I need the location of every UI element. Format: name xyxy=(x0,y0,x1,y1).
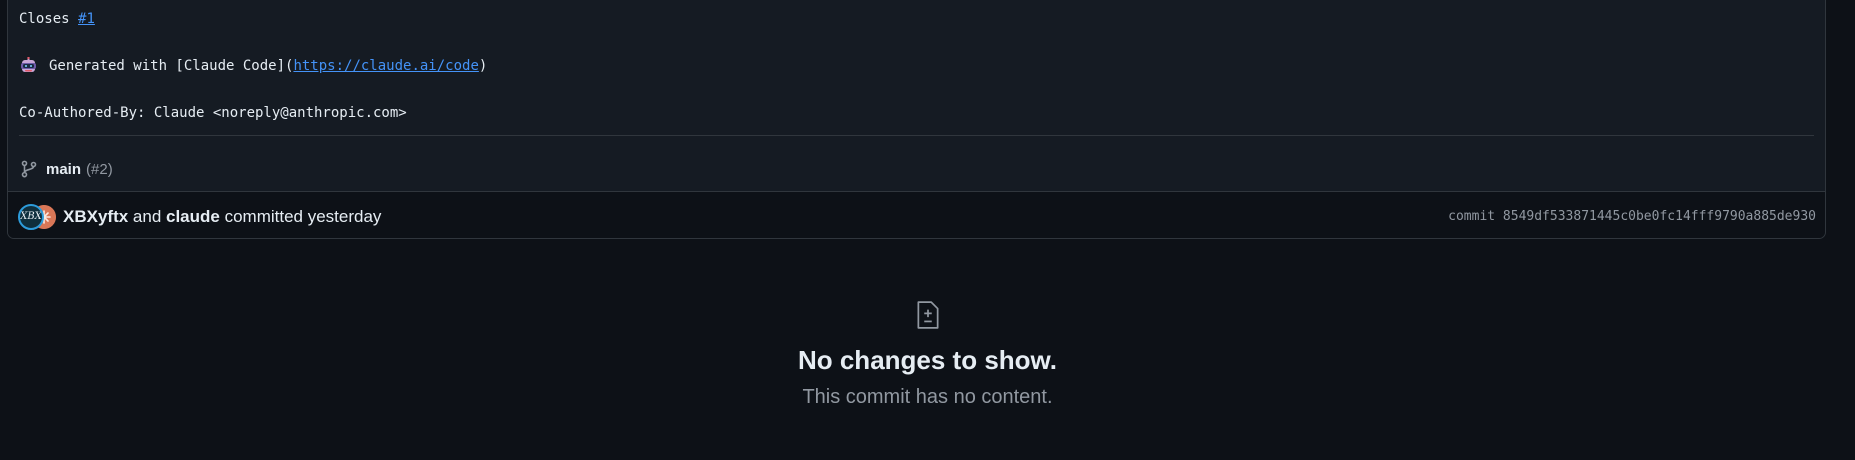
author-avatars: XBX xyxy=(18,204,58,230)
file-diff-icon xyxy=(916,301,938,329)
commit-byline: XBXyftx and claude committed yesterday xyxy=(63,206,381,228)
commit-message-line-generated: Generated with [Claude Code](https://cla… xyxy=(19,57,487,75)
commit-message-line-closes: Closes #1 xyxy=(19,10,95,28)
byline-connector: and xyxy=(128,207,166,226)
commit-details-panel: Closes #1 Generated with [Claude Code](h… xyxy=(7,0,1826,239)
claude-code-link[interactable]: https://claude.ai/code xyxy=(293,57,478,75)
message-divider xyxy=(19,135,1814,136)
robot-emoji-icon xyxy=(21,57,36,72)
branch-info: main (#2) xyxy=(20,158,113,180)
issue-link[interactable]: #1 xyxy=(78,11,95,27)
commit-sha: commit 8549df533871445c0be0fc14fff9790a8… xyxy=(1448,209,1816,224)
avatar-initials: XBX xyxy=(20,211,42,222)
generated-text: Generated with [Claude Code]( xyxy=(49,58,294,74)
generated-text-suffix: ) xyxy=(478,58,488,74)
closes-text: Closes xyxy=(19,11,79,27)
pull-request-link[interactable]: (#2) xyxy=(86,161,113,178)
empty-state-title: No changes to show. xyxy=(797,345,1058,375)
commit-footer: XBX XBXyftx and claude committed yesterd… xyxy=(8,191,1825,238)
git-branch-icon xyxy=(21,160,37,178)
author-link-claude[interactable]: claude xyxy=(166,207,220,226)
commit-time-text: committed yesterday xyxy=(219,207,382,226)
branch-link[interactable]: main xyxy=(46,161,81,178)
empty-state-subtitle: This commit has no content. xyxy=(802,386,1053,408)
avatar-xbxyftx[interactable]: XBX xyxy=(18,204,44,230)
author-link-xbxyftx[interactable]: XBXyftx xyxy=(63,207,128,226)
empty-state: No changes to show. This commit has no c… xyxy=(0,300,1855,409)
commit-message-line-coauthor: Co-Authored-By: Claude <noreply@anthropi… xyxy=(19,105,407,121)
